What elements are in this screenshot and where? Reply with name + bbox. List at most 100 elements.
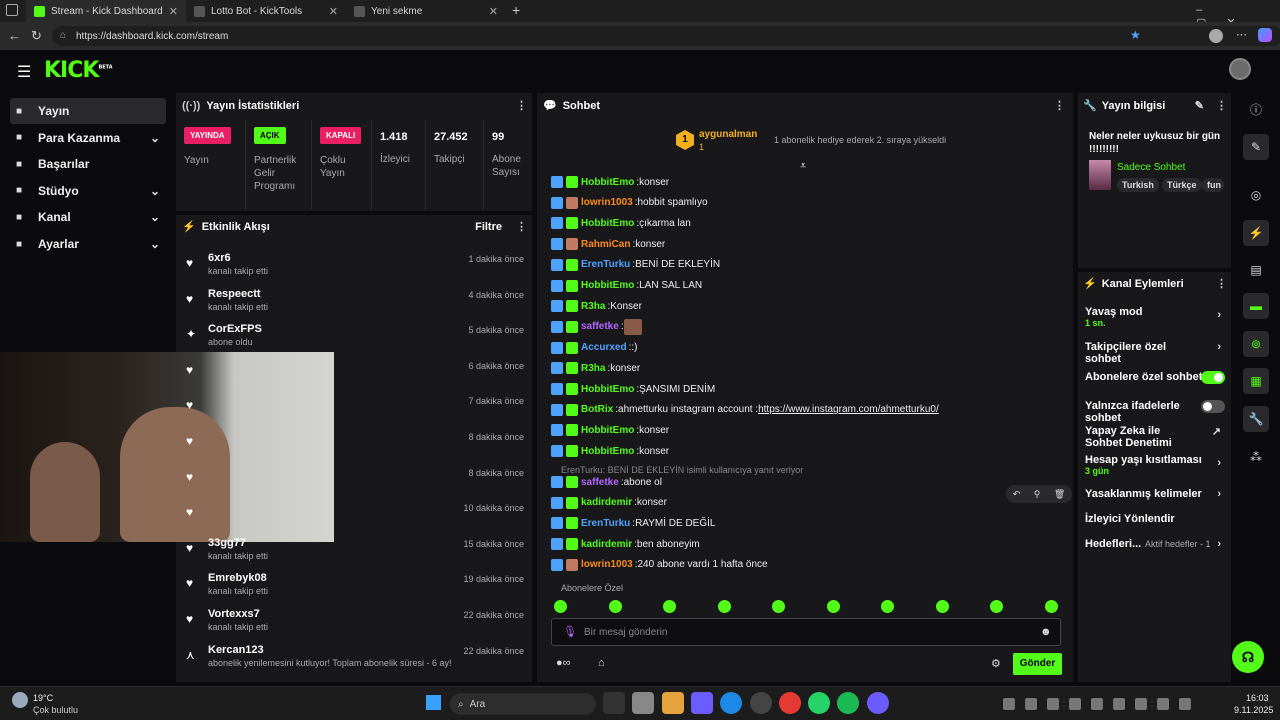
chat-username[interactable]: ErenTurku [581,259,630,270]
menu-icon[interactable]: ☰ [17,62,31,82]
tag-chip[interactable]: fun [1202,178,1224,192]
tab-2[interactable]: Yeni sekme ✕ [346,0,506,22]
tray-icon[interactable] [1179,698,1191,710]
channel-action-0[interactable]: Yavaş mod 1 sn. › [1085,306,1225,328]
chevron-down-icon[interactable]: ⌄ [150,131,160,145]
apps-icon[interactable]: ⁂ [1243,444,1269,470]
emote-icon[interactable] [1044,600,1058,613]
sidebar-item-2[interactable]: ■ Başarılar [10,151,166,177]
channel-action-5[interactable]: Hesap yaşı kısıtlaması 3 gün › [1085,454,1225,476]
tray-icon[interactable] [1113,698,1125,710]
chat-username[interactable]: HobbitEmo [581,425,634,436]
actions-menu-icon[interactable]: ⋮ [1216,277,1227,290]
refresh-icon[interactable]: ↻ [31,28,42,44]
site-info-icon[interactable]: ⌂ [60,30,66,41]
layout-icon[interactable]: ▦ [1243,368,1269,394]
avatar[interactable] [1229,58,1251,80]
channel-action-4[interactable]: Yapay Zeka ile Sohbet Denetimi ↗ [1085,425,1225,449]
taskbar-app-icon[interactable] [690,692,713,714]
tray-icon[interactable] [1003,698,1015,710]
filter-button[interactable]: Filtre [475,221,502,233]
tray-icon[interactable] [1091,698,1103,710]
chevron-down-icon[interactable]: ⌄ [150,210,160,224]
emote-icon[interactable] [717,600,731,613]
chat-username[interactable]: HobbitEmo [581,280,634,291]
sub-only-toggle[interactable] [1201,371,1225,384]
channel-action-2[interactable]: Abonelere özel sohbet [1085,371,1225,384]
chat-icon[interactable]: ▬ [1243,293,1269,319]
info-icon[interactable]: ⓘ [1243,96,1269,122]
chat-username[interactable]: RahmiCan [581,239,630,250]
support-button[interactable]: ☊ [1232,641,1264,673]
category-name[interactable]: Sadece Sohbet [1117,162,1185,173]
chat-username[interactable]: HobbitEmo [581,218,634,229]
chat-username[interactable]: saffetke [581,321,619,332]
emoji-icon[interactable]: ☻ [1040,626,1052,638]
store-icon[interactable]: ⌂ [598,657,605,669]
new-tab-button[interactable]: + [512,2,520,18]
chat-username[interactable]: kadirdemir [581,539,632,550]
broadcast-icon[interactable]: ⊚ [1243,331,1269,357]
kick-logo[interactable]: KICKBETA [44,58,113,83]
windows-start-icon[interactable] [426,695,441,710]
chevron-down-icon[interactable]: ⌄ [150,184,160,198]
sidebar-item-5[interactable]: ■ Ayarlar ⌄ [10,231,166,257]
emote-icon[interactable] [826,600,840,613]
chevron-right-icon[interactable]: › [1217,457,1221,469]
sidebar-item-4[interactable]: ■ Kanal ⌄ [10,204,166,230]
tray-icon[interactable] [1025,698,1037,710]
channel-action-3[interactable]: Yalnızca ifadelerle sohbet [1085,400,1225,424]
channel-action-7[interactable]: İzleyici Yönlendir [1085,513,1225,525]
delete-icon[interactable]: 🗑 [1054,489,1065,500]
tab-close-icon[interactable]: ✕ [329,5,338,18]
send-button[interactable]: Gönder [1013,653,1062,675]
back-icon[interactable]: ← [8,28,21,43]
sidebar-item-3[interactable]: ■ Stüdyo ⌄ [10,178,166,204]
chat-username[interactable]: HobbitEmo [581,446,634,457]
taskbar-app-icon[interactable] [603,692,625,714]
chat-username[interactable]: saffetke [581,477,619,488]
tray-icon[interactable] [1157,698,1169,710]
taskbar-app-icon[interactable] [632,692,655,714]
chat-settings-icon[interactable]: ⚙ [991,657,1001,670]
taskbar-search[interactable]: ⌕ Ara [450,693,596,715]
chevron-right-icon[interactable]: › [1217,309,1221,321]
tab-close-icon[interactable]: ✕ [169,5,178,18]
tray-icon[interactable] [1069,698,1081,710]
stream-info-menu-icon[interactable]: ⋮ [1216,99,1227,112]
tab-1[interactable]: Lotto Bot - KickTools ✕ [186,0,346,22]
chat-username[interactable]: kadirdemir [581,497,632,508]
chat-username[interactable]: lowrin1003 [581,559,633,570]
tag-chip[interactable]: Turkish [1117,178,1159,192]
tray-icon[interactable] [1047,698,1059,710]
favorite-icon[interactable]: ★ [1130,28,1141,42]
emote-icon[interactable] [935,600,949,613]
lightning-icon[interactable]: ⚡ [1243,220,1269,246]
chat-menu-icon[interactable]: ⋮ [1054,99,1065,112]
chat-username[interactable]: Accurxed [581,342,627,353]
emote-only-toggle[interactable] [1201,400,1225,413]
edit-icon[interactable]: ✎ [1243,134,1269,160]
emote-icon[interactable] [608,600,622,613]
scroll-down-icon[interactable]: ⩡ [800,160,806,173]
chevron-right-icon[interactable]: › [1217,488,1221,500]
sidebar-item-1[interactable]: ■ Para Kazanma ⌄ [10,125,166,151]
chat-username[interactable]: R3ha [581,301,605,312]
profile-icon[interactable] [1209,29,1223,43]
taskbar-app-icon[interactable] [866,692,889,714]
emote-icon[interactable] [772,600,785,613]
chat-username[interactable]: BotRix [581,404,613,415]
url-input[interactable]: https://dashboard.kick.com/stream [52,26,1280,46]
chat-username[interactable]: ErenTurku [581,518,630,529]
channel-action-1[interactable]: Takipçilere özel sohbet › [1085,341,1225,365]
pinned-user[interactable]: aygunalman [699,129,757,140]
sidebar-item-0[interactable]: ■ Yayın [10,98,166,124]
emote-icon[interactable] [881,600,894,613]
emote-icon[interactable] [663,600,676,613]
channel-action-6[interactable]: Yasaklanmış kelimeler › [1085,488,1225,500]
external-link-icon[interactable]: ↗ [1212,425,1221,438]
taskbar-app-icon[interactable] [661,692,684,714]
wrench-icon[interactable]: 🔧 [1243,406,1269,432]
copilot-icon[interactable] [1258,28,1272,42]
chevron-down-icon[interactable]: ⌄ [150,237,160,251]
